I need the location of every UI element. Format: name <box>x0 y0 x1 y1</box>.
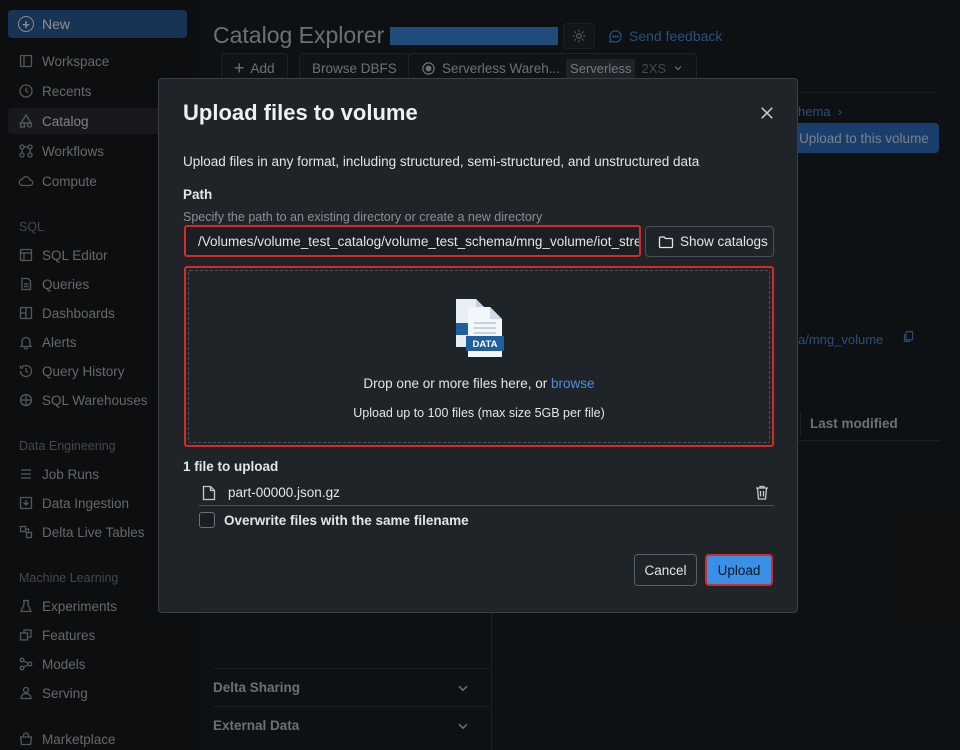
path-input[interactable] <box>184 225 641 257</box>
upload-files-dialog: Upload files to volume Upload files in a… <box>158 78 798 613</box>
upload-button[interactable]: Upload <box>705 554 773 586</box>
data-label: DATA <box>473 339 498 350</box>
file-name: part-00000.json.gz <box>228 485 340 500</box>
overwrite-label: Overwrite files with the same filename <box>224 512 469 528</box>
file-dropzone[interactable]: DATA Drop one or more files here, or bro… <box>184 266 774 447</box>
document-icon <box>202 485 216 501</box>
show-catalogs-button[interactable]: Show catalogs <box>645 226 774 257</box>
overwrite-checkbox[interactable] <box>199 512 215 528</box>
show-catalogs-label: Show catalogs <box>680 234 768 249</box>
browse-link[interactable]: browse <box>551 376 595 391</box>
files-count: 1 file to upload <box>183 459 279 474</box>
dialog-description: Upload files in any format, including st… <box>183 154 700 169</box>
folder-icon <box>658 234 674 250</box>
cancel-label: Cancel <box>644 562 687 578</box>
drop-text: Drop one or more files here, or <box>363 376 548 391</box>
trash-icon[interactable] <box>754 484 770 501</box>
close-button[interactable] <box>755 101 779 125</box>
data-files-icon: DATA <box>454 297 506 362</box>
list-item: part-00000.json.gz <box>199 480 774 506</box>
drop-instructions: Drop one or more files here, or browse <box>186 376 772 391</box>
upload-label: Upload <box>717 562 761 578</box>
dialog-title: Upload files to volume <box>183 100 418 125</box>
upload-limit-text: Upload up to 100 files (max size 5GB per… <box>353 406 605 420</box>
overwrite-option[interactable]: Overwrite files with the same filename <box>199 512 469 528</box>
cancel-button[interactable]: Cancel <box>634 554 697 586</box>
path-label: Path <box>183 187 213 202</box>
path-hint: Specify the path to an existing director… <box>183 210 543 224</box>
close-icon <box>760 106 774 120</box>
